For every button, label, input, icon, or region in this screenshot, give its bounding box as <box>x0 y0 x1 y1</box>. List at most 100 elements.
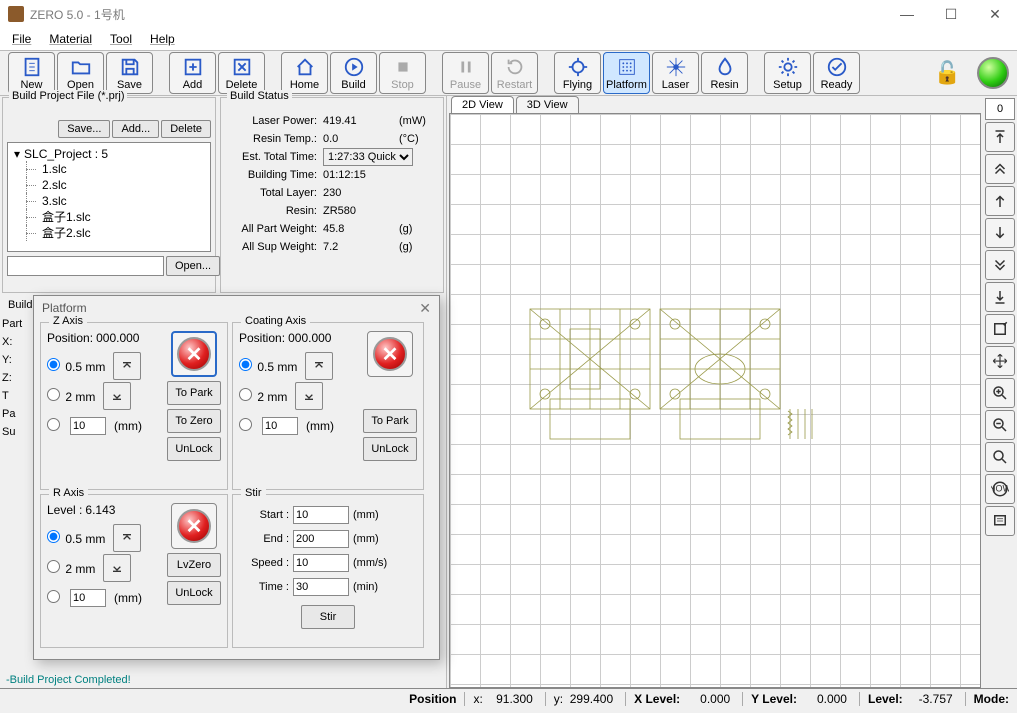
est-time-select[interactable]: 1:27:33 Quick <box>323 148 413 166</box>
zoom-in-button[interactable] <box>985 378 1015 408</box>
z-custom-input[interactable] <box>70 417 106 435</box>
z-opt-custom[interactable] <box>47 418 62 434</box>
app-title: ZERO 5.0 - 1号机 <box>30 6 893 23</box>
r-up-button[interactable] <box>113 524 141 552</box>
status-led <box>977 57 1009 89</box>
log-button[interactable] <box>985 506 1015 536</box>
menu-file[interactable]: File <box>4 30 39 48</box>
maximize-button[interactable]: ☐ <box>937 6 965 23</box>
flying-button[interactable]: Flying <box>554 52 601 94</box>
now-button[interactable]: NOW <box>985 474 1015 504</box>
c-unlock-button[interactable]: UnLock <box>363 437 417 461</box>
dialog-close-button[interactable]: ✕ <box>419 300 431 317</box>
stir-time-input[interactable] <box>293 578 349 596</box>
fit-button[interactable] <box>985 314 1015 344</box>
tab-3d-view[interactable]: 3D View <box>516 96 579 113</box>
c-stop-button[interactable]: ✕ <box>367 331 413 377</box>
platform-dialog: Platform✕ Z Axis Position: 000.000 0.5 m… <box>33 295 440 660</box>
bpf-save-button[interactable]: Save... <box>58 120 110 138</box>
build-project-file-panel: Build Project File (*.prj) Save... Add..… <box>2 97 216 293</box>
minimize-button[interactable]: — <box>893 6 921 23</box>
page-down-button[interactable] <box>985 250 1015 280</box>
r-opt-custom[interactable] <box>47 590 62 606</box>
z-opt-05[interactable]: 0.5 mm <box>47 358 105 374</box>
menu-material[interactable]: Material <box>41 30 100 48</box>
project-tree[interactable]: ▾SLC_Project : 5 1.slc 2.slc 3.slc 盒子1.s… <box>7 142 211 252</box>
page-up-button[interactable] <box>985 154 1015 184</box>
build-button[interactable]: Build <box>330 52 377 94</box>
stir-button[interactable]: Stir <box>301 605 355 629</box>
app-icon <box>8 6 24 22</box>
restart-button[interactable]: Restart <box>491 52 538 94</box>
c-opt-05[interactable]: 0.5 mm <box>239 358 297 374</box>
zoom-reset-button[interactable] <box>985 442 1015 472</box>
z-up-button[interactable] <box>113 352 141 380</box>
r-custom-input[interactable] <box>70 589 106 607</box>
r-opt-2[interactable]: 2 mm <box>47 560 95 576</box>
platform-button[interactable]: Platform <box>603 52 650 94</box>
ready-button[interactable]: Ready <box>813 52 860 94</box>
new-button[interactable]: New <box>8 52 55 94</box>
r-unlock-button[interactable]: UnLock <box>167 581 221 605</box>
c-down-button[interactable] <box>295 382 323 410</box>
c-opt-2[interactable]: 2 mm <box>239 388 287 404</box>
open-path-input[interactable] <box>7 256 164 276</box>
stir-speed-input[interactable] <box>293 554 349 572</box>
home-button[interactable]: Home <box>281 52 328 94</box>
svg-text:NOW: NOW <box>991 483 1009 493</box>
c-up-button[interactable] <box>305 352 333 380</box>
r-lvzero-button[interactable]: LvZero <box>167 553 221 577</box>
pause-button[interactable]: Pause <box>442 52 489 94</box>
r-axis-group: R Axis Level : 6.143 0.5 mm 2 mm (mm) ✕ … <box>40 494 228 648</box>
layer-input[interactable] <box>985 98 1015 120</box>
close-button[interactable]: ✕ <box>981 6 1009 23</box>
stir-group: Stir Start :(mm) End :(mm) Speed :(mm/s)… <box>232 494 424 648</box>
toolbar: New Open Save Add Delete Home Build Stop… <box>0 50 1017 96</box>
titlebar: ZERO 5.0 - 1号机 — ☐ ✕ <box>0 0 1017 28</box>
add-button[interactable]: Add <box>169 52 216 94</box>
delete-button[interactable]: Delete <box>218 52 265 94</box>
bpf-open-button[interactable]: Open... <box>166 256 220 276</box>
resin-button[interactable]: Resin <box>701 52 748 94</box>
up-button[interactable] <box>985 186 1015 216</box>
zoom-out-button[interactable] <box>985 410 1015 440</box>
status-message: -Build Project Completed! <box>0 672 137 688</box>
view-toolbar: NOW <box>983 96 1017 688</box>
goto-top-button[interactable] <box>985 122 1015 152</box>
r-down-button[interactable] <box>103 554 131 582</box>
stir-end-input[interactable] <box>293 530 349 548</box>
part-layout <box>520 299 820 479</box>
setup-button[interactable]: Setup <box>764 52 811 94</box>
z-down-button[interactable] <box>103 382 131 410</box>
menu-tool[interactable]: Tool <box>102 30 140 48</box>
bpf-delete-button[interactable]: Delete <box>161 120 211 138</box>
stir-start-input[interactable] <box>293 506 349 524</box>
canvas-2d[interactable] <box>449 113 981 688</box>
z-unlock-button[interactable]: UnLock <box>167 437 221 461</box>
save-button[interactable]: Save <box>106 52 153 94</box>
z-stop-button[interactable]: ✕ <box>171 331 217 377</box>
coating-axis-group: Coating Axis Position: 000.000 0.5 mm 2 … <box>232 322 424 490</box>
r-stop-button[interactable]: ✕ <box>171 503 217 549</box>
stop-button[interactable]: Stop <box>379 52 426 94</box>
lock-icon[interactable]: 🔓 <box>934 60 961 86</box>
z-opt-2[interactable]: 2 mm <box>47 388 95 404</box>
r-opt-05[interactable]: 0.5 mm <box>47 530 105 546</box>
pan-button[interactable] <box>985 346 1015 376</box>
c-topark-button[interactable]: To Park <box>363 409 417 433</box>
c-custom-input[interactable] <box>262 417 298 435</box>
z-axis-group: Z Axis Position: 000.000 0.5 mm 2 mm (mm… <box>40 322 228 490</box>
goto-bottom-button[interactable] <box>985 282 1015 312</box>
menubar: File Material Tool Help <box>0 28 1017 50</box>
statusbar: Position x:91.300 y:299.400 X Level:0.00… <box>0 688 1017 709</box>
z-topark-button[interactable]: To Park <box>167 381 221 405</box>
menu-help[interactable]: Help <box>142 30 183 48</box>
open-button[interactable]: Open <box>57 52 104 94</box>
laser-button[interactable]: Laser <box>652 52 699 94</box>
bpf-add-button[interactable]: Add... <box>112 120 159 138</box>
z-tozero-button[interactable]: To Zero <box>167 409 221 433</box>
build-status-panel: Build Status Laser Power:419.41(mW) Resi… <box>220 97 444 293</box>
tab-2d-view[interactable]: 2D View <box>451 96 514 113</box>
down-button[interactable] <box>985 218 1015 248</box>
c-opt-custom[interactable] <box>239 418 254 434</box>
